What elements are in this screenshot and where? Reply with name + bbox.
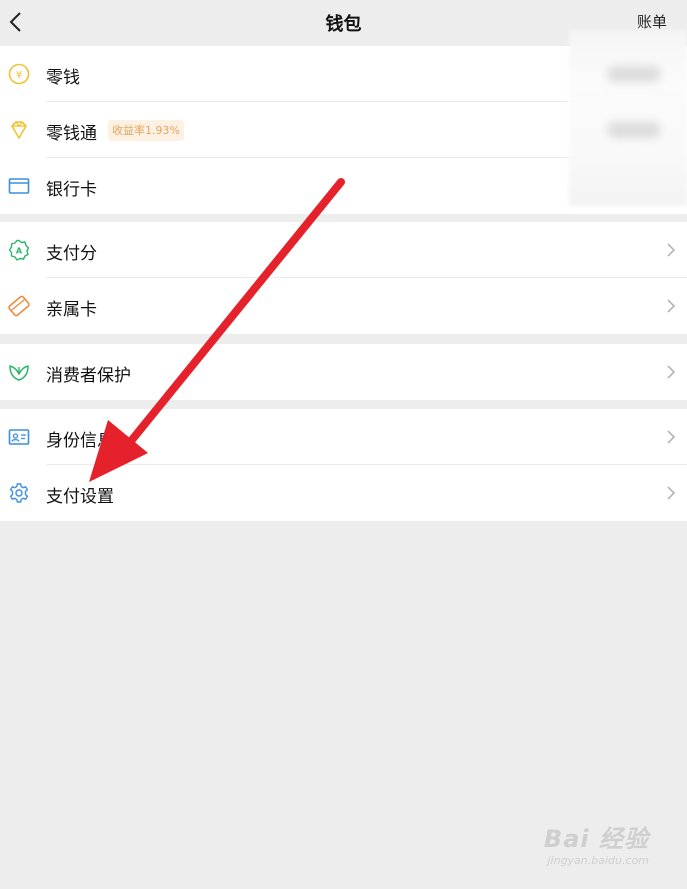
watermark-logo: Bai 经验 jingyan.baidu.com [544,819,649,867]
chevron-right-icon [667,486,676,500]
watermark-sub: jingyan.baidu.com [547,854,649,867]
menu-item-payment-settings[interactable]: 支付设置 [0,465,687,521]
menu-item-label: 身份信息 [46,431,114,451]
watermark-main: Bai 经验 [543,825,649,853]
blurred-balance-panel [569,30,687,206]
chevron-right-icon [667,365,676,379]
menu-item-label: 支付分 [46,244,97,264]
yield-badge: 收益率1.93% [108,120,184,141]
menu-item-label: 亲属卡 [46,300,97,320]
menu-item-family-card[interactable]: 亲属卡 [0,278,687,334]
diamond-icon [11,121,27,139]
coin-icon: ¥ [8,63,30,85]
blurred-value [607,122,661,138]
section-account: 身份信息 支付设置 [0,409,687,521]
menu-item-payscore[interactable]: A 支付分 [0,222,687,278]
chevron-right-icon [667,299,676,313]
menu-item-label: 零钱通 [46,124,97,144]
menu-item-label: 消费者保护 [46,366,131,386]
settings-gear-icon [9,483,29,503]
chevron-right-icon [667,430,676,444]
menu-item-label: 零钱 [46,68,80,88]
svg-text:A: A [16,247,23,256]
section-protection: 消费者保护 [0,344,687,400]
section-services: A 支付分 亲属卡 [0,222,687,334]
chevron-right-icon [667,243,676,257]
bill-button[interactable]: 账单 [637,11,667,32]
menu-item-label: 支付设置 [46,487,114,507]
bank-card-icon [8,178,30,194]
payscore-icon: A [8,239,30,261]
consumer-protection-icon [9,365,29,381]
menu-item-label: 银行卡 [46,180,97,200]
menu-item-consumer-protection[interactable]: 消费者保护 [0,344,687,400]
svg-text:¥: ¥ [16,70,22,81]
menu-item-identity-info[interactable]: 身份信息 [0,409,687,465]
family-card-icon [8,295,30,317]
blurred-value [607,66,661,82]
id-card-icon [8,429,30,445]
